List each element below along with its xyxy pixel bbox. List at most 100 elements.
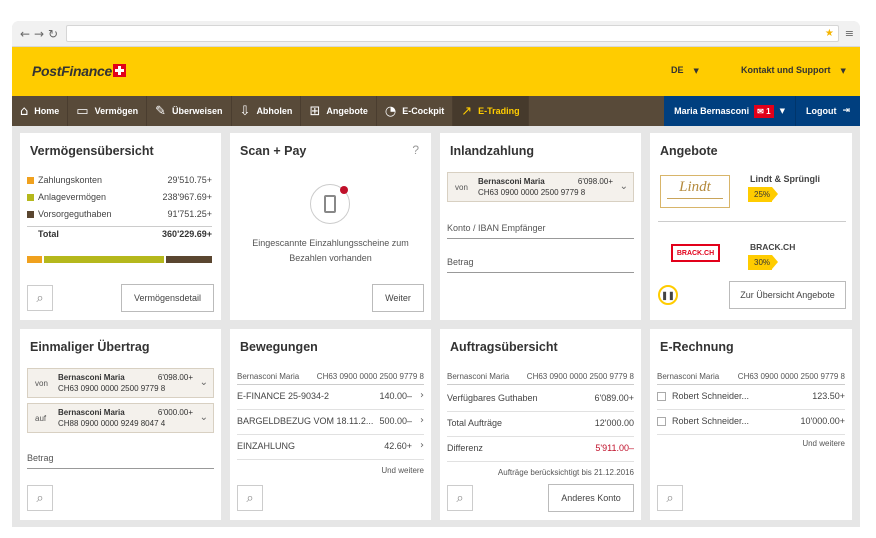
account-iban: CH63 0900 0000 2500 9779 8 [526, 372, 634, 381]
brack-logo[interactable]: BRACK.CH [671, 244, 720, 262]
account-owner: Bernasconi Maria [657, 372, 720, 381]
download-icon: ⇩ [239, 103, 251, 119]
scanpay-message: Eingescannte Einzahlungsscheine zum Beza… [252, 238, 409, 263]
nav-etrading[interactable]: ↗ E-Trading [453, 96, 529, 126]
offer-name: Lindt & Sprüngli [750, 174, 820, 184]
offer-name: BRACK.CH [750, 242, 796, 252]
allocation-segment [27, 256, 42, 263]
reload-icon[interactable]: ↻ [46, 27, 60, 41]
divider [447, 384, 634, 385]
chart-pie-icon: ◔ [384, 103, 397, 119]
anderes-konto-button[interactable]: Anderes Konto [548, 484, 634, 512]
account-owner: Bernasconi Maria [237, 372, 300, 381]
card-erechnung: E-Rechnung Bernasconi Maria CH63 0900 00… [650, 329, 852, 520]
asset-row: Vorsorgeguthaben 91'751.25+ [27, 209, 212, 219]
nav-abholen[interactable]: ⇩ Abholen [232, 96, 302, 126]
address-bar[interactable]: ★ [66, 25, 839, 42]
pause-icon[interactable]: ❚❚ [658, 285, 678, 305]
divider [658, 221, 846, 222]
phone-scan-icon [310, 184, 350, 224]
amount-field[interactable]: Betrag [447, 257, 634, 273]
from-account-select[interactable]: von Bernasconi Maria CH63 0900 0000 2500… [447, 172, 634, 202]
help-icon[interactable]: ? [412, 143, 419, 157]
card-title: E-Rechnung [660, 340, 734, 354]
trend-icon: ↗ [461, 103, 473, 119]
card-angebote: Angebote Lindt Lindt & Sprüngli 25% BRAC… [650, 133, 852, 320]
transaction-row[interactable]: BARGELDBEZUG VOM 18.11.2... 500.00– › [237, 415, 424, 435]
dashboard-grid: Vermögensübersicht Zahlungskonten 29'510.… [12, 126, 860, 527]
summary-row: Differenz 5'911.00– [447, 443, 634, 462]
iban-field[interactable]: Konto / IBAN Empfänger [447, 223, 634, 239]
nav-vermoegen[interactable]: ▭ Vermögen [68, 96, 148, 126]
weiter-button[interactable]: Weiter [372, 284, 424, 312]
support-menu[interactable]: Kontakt und Support ▼ [741, 65, 846, 75]
card-scanpay: Scan + Pay ? Eingescannte Einzahlungssch… [230, 133, 431, 320]
from-account-select[interactable]: von Bernasconi Maria CH63 0900 0000 2500… [27, 368, 214, 398]
to-account-select[interactable]: auf Bernasconi Maria CH88 0900 0000 9249… [27, 403, 214, 433]
asset-row: Anlagevermögen 238'967.69+ [27, 192, 212, 202]
nav-home[interactable]: ⌂ Home [12, 96, 69, 126]
card-title: Vermögensübersicht [30, 144, 154, 158]
language-select[interactable]: DE ▼ [671, 65, 699, 75]
user-menu[interactable]: Maria Bernasconi ✉ 1 ▼ [664, 96, 796, 126]
chevron-down-icon: ▼ [693, 67, 699, 75]
gift-icon: ⊞ [309, 103, 321, 119]
bill-row[interactable]: Robert Schneider... 10'000.00+ [657, 416, 845, 435]
allocation-bar [27, 256, 212, 263]
bill-checkbox[interactable] [657, 392, 666, 402]
card-title: Bewegungen [240, 340, 318, 354]
transaction-row[interactable]: EINZAHLUNG 42.60+ › [237, 440, 424, 460]
nav-angebote[interactable]: ⊞ Angebote [301, 96, 377, 126]
angebote-overview-button[interactable]: Zur Übersicht Angebote [729, 281, 846, 309]
nav-ueberweisen[interactable]: ✎ Überweisen [147, 96, 232, 126]
nav-ecockpit[interactable]: ◔ E-Cockpit [377, 96, 454, 126]
zoom-icon[interactable]: ⌕ [27, 285, 53, 311]
chevron-down-icon: ⌄ [199, 377, 208, 388]
summary-row: Verfügbares Guthaben 6'089.00+ [447, 393, 634, 412]
house-icon: ⌂ [20, 103, 29, 119]
card-vermoegen: Vermögensübersicht Zahlungskonten 29'510.… [20, 133, 221, 320]
account-iban: CH63 0900 0000 2500 9779 8 [316, 372, 424, 381]
card-uebertrag: Einmaliger Übertrag von Bernasconi Maria… [20, 329, 221, 520]
more-link[interactable]: Und weitere [381, 466, 424, 475]
bookmark-star-icon[interactable]: ★ [825, 26, 834, 41]
lindt-logo[interactable]: Lindt [660, 175, 730, 208]
vermoegensdetail-button[interactable]: Vermögensdetail [121, 284, 214, 312]
divider [237, 384, 424, 385]
forward-arrow-icon[interactable]: → [32, 27, 46, 41]
zoom-icon[interactable]: ⌕ [237, 485, 263, 511]
transaction-row[interactable]: E-FINANCE 25-9034-2 140.00– › [237, 390, 424, 410]
legend-swatch [27, 177, 34, 185]
orders-note: Aufträge berücksichtigt bis 21.12.2016 [497, 468, 634, 477]
bill-row[interactable]: Robert Schneider... 123.50+ [657, 391, 845, 410]
more-link[interactable]: Und weitere [802, 439, 845, 448]
browser-menu-icon[interactable]: ≡ [845, 27, 854, 40]
zoom-icon[interactable]: ⌕ [27, 485, 53, 511]
card-title: Angebote [660, 144, 718, 158]
chevron-down-icon: ⌄ [199, 412, 208, 423]
mail-icon[interactable]: ✉ 1 [754, 104, 774, 118]
legend-swatch [27, 211, 34, 219]
zoom-icon[interactable]: ⌕ [447, 485, 473, 511]
discount-badge: 25% [748, 187, 778, 202]
card-title: Scan + Pay [240, 144, 307, 158]
total-row: Total 360'229.69+ [27, 226, 212, 239]
card-title: Inlandzahlung [450, 144, 535, 158]
back-arrow-icon[interactable]: ← [18, 27, 32, 41]
chevron-down-icon: ⌄ [619, 181, 628, 192]
main-nav: ⌂ Home ▭ Vermögen ✎ Überweisen ⇩ Abholen ⊞ An… [12, 96, 860, 126]
account-area: Maria Bernasconi ✉ 1 ▼ Logout ⇥ [664, 96, 860, 126]
discount-badge: 30% [748, 255, 778, 270]
logout-icon: ⇥ [842, 106, 850, 116]
chevron-right-icon: › [420, 440, 424, 451]
amount-field[interactable]: Betrag [27, 453, 214, 469]
bill-checkbox[interactable] [657, 417, 666, 427]
zoom-icon[interactable]: ⌕ [657, 485, 683, 511]
divider [657, 384, 845, 385]
swiss-cross-icon [112, 64, 126, 77]
logout-button[interactable]: Logout ⇥ [796, 96, 860, 126]
postfinance-logo[interactable]: PostFinance [32, 63, 126, 79]
chevron-down-icon: ▼ [779, 107, 785, 115]
card-title: Auftragsübersicht [450, 340, 558, 354]
chevron-right-icon: › [420, 390, 424, 401]
